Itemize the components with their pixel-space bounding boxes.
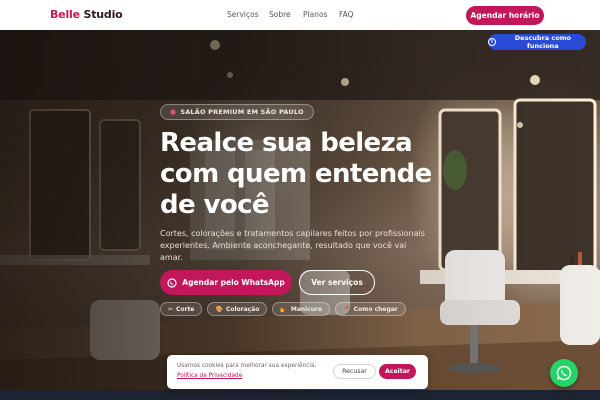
hero-title: Realce sua beleza com quem entende de vo… [160,128,460,221]
chip-haircut[interactable]: ✂ Corte [160,302,203,316]
whatsapp-icon [167,277,177,288]
info-icon: i [488,38,496,46]
scissors-icon: ✂ [168,305,174,313]
next-section-strip [0,390,600,400]
cookie-text: Usamos cookies para melhorar sua experiê… [177,363,317,369]
nav-item-plans[interactable]: Planos [303,10,327,19]
chip-manicure[interactable]: 💅 Manicure [272,302,331,316]
badge-label: SALÃO PREMIUM EM SÃO PAULO [180,108,304,116]
accept-cookies-button[interactable]: Aceitar [379,364,416,379]
hero-title-line3: de você [160,190,270,220]
map-pin-icon: ● [170,108,177,116]
whatsapp-booking-button[interactable]: Agendar pelo WhatsApp [160,270,292,295]
whatsapp-float-button[interactable] [550,359,578,387]
chip-label: Coloração [225,305,260,313]
reject-cookies-button[interactable]: Recusar [333,364,376,379]
discover-label: Descubra como funciona [514,34,571,50]
palette-icon: 🎨 [215,305,223,313]
hero-subtitle: Cortes, colorações e tratamentos capilar… [160,229,425,262]
whatsapp-icon [556,365,572,381]
nav-item-about[interactable]: Sobre [269,10,291,19]
chip-label: Como chegar [353,305,398,313]
chip-directions[interactable]: 📍 Como chegar [335,302,406,316]
brand-name-part2: Studio [79,8,123,21]
whatsapp-booking-label: Agendar pelo WhatsApp [182,278,285,287]
nail-polish-icon: 💅 [280,305,288,313]
chip-label: Manicure [290,305,323,313]
nav-item-services[interactable]: Serviços [227,10,259,19]
privacy-policy-link[interactable]: Política de Privacidade [177,373,242,379]
chip-label: Corte [176,305,195,313]
site-header: Belle Studio Serviços Sobre Planos FAQ A… [0,0,600,30]
chip-coloring[interactable]: 🎨 Coloração [207,302,268,316]
brand-logo[interactable]: Belle Studio [50,8,123,21]
nav-item-faq[interactable]: FAQ [339,10,354,19]
view-services-button[interactable]: Ver serviços [299,270,375,295]
book-appointment-button[interactable]: Agendar horário [466,6,544,25]
map-pin-icon: 📍 [343,305,351,313]
service-chips: ✂ Corte 🎨 Coloração 💅 Manicure 📍 Como ch… [160,302,406,316]
cookie-banner: Usamos cookies para melhorar sua experiê… [167,355,428,389]
hero-title-line1: Realce sua beleza [160,128,413,158]
discover-how-it-works-button[interactable]: i Descubra como funciona [488,34,586,50]
hero-section: i Descubra como funciona ● SALÃO PREMIUM… [0,30,600,400]
brand-name-part1: Belle [50,8,80,21]
location-badge: ● SALÃO PREMIUM EM SÃO PAULO [160,104,314,120]
hero-title-line2: com quem entende [160,159,432,189]
